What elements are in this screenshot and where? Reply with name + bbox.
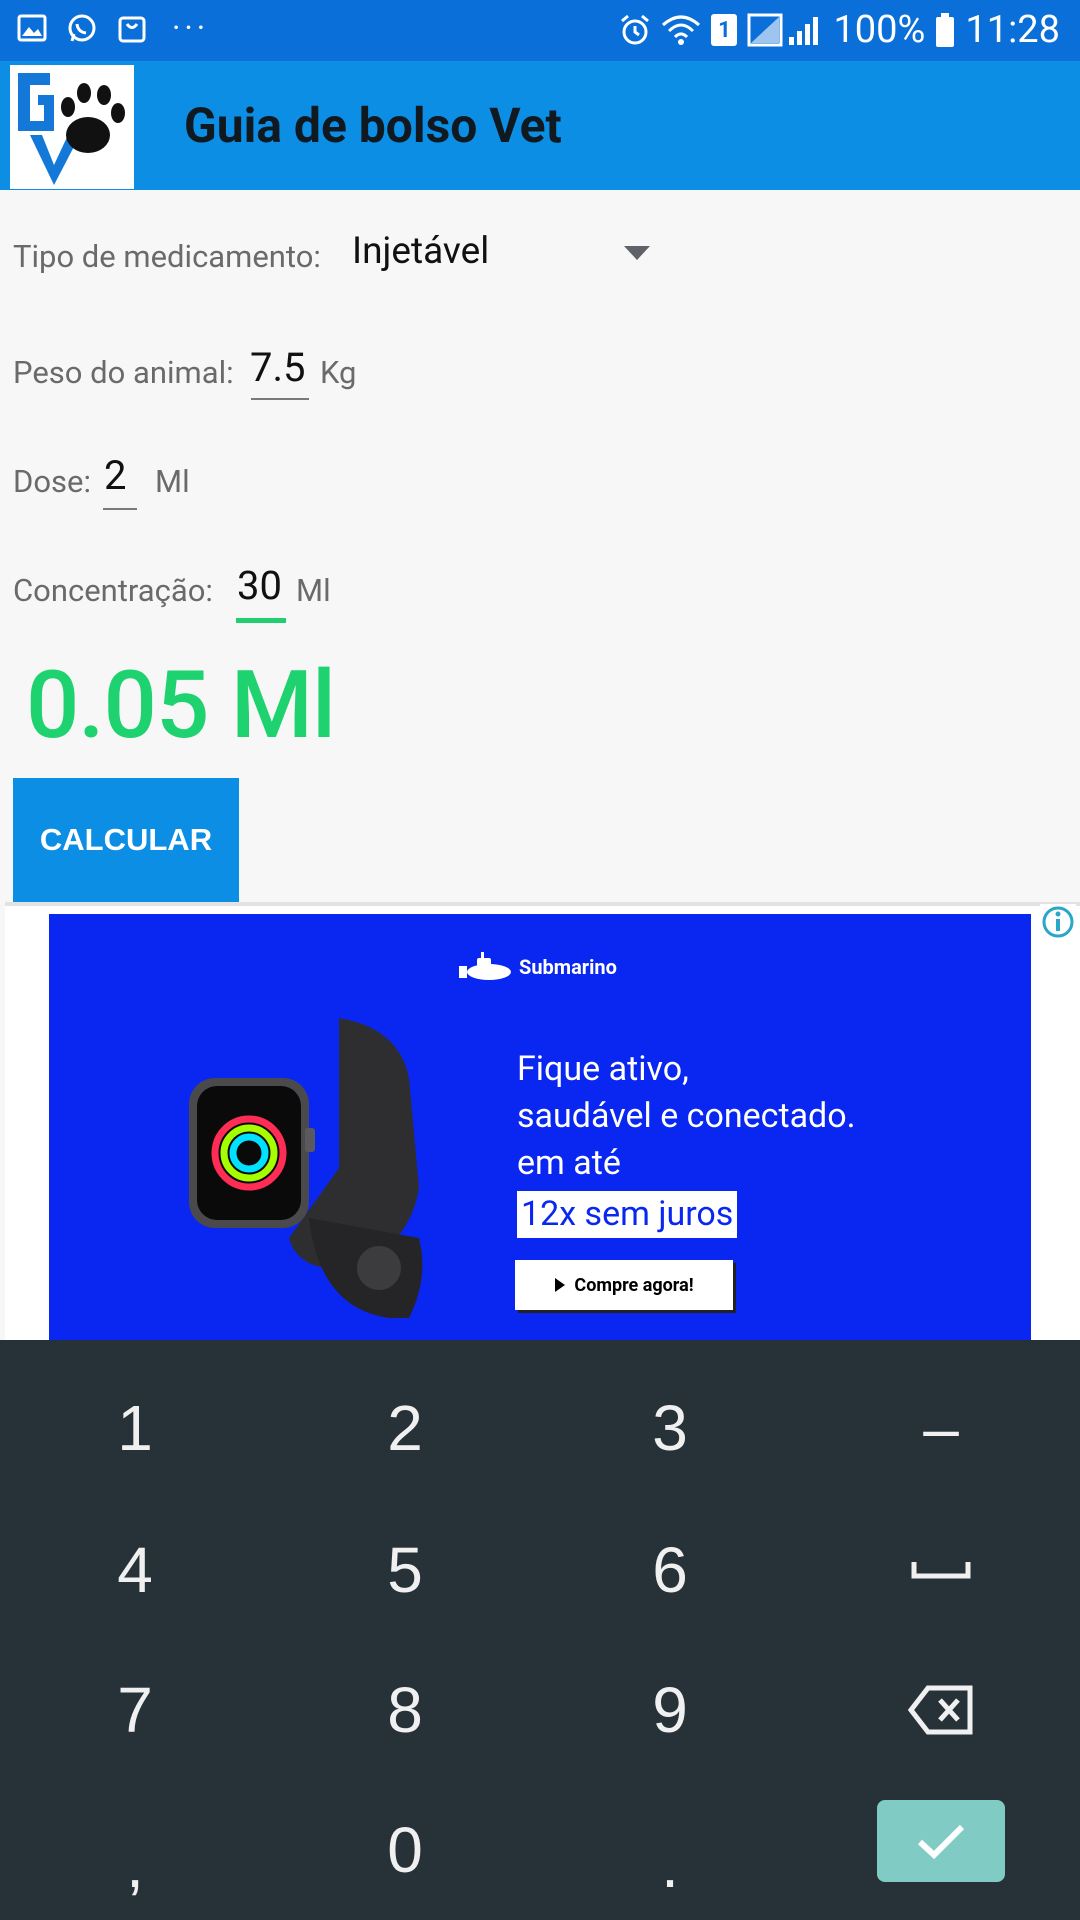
calculate-button[interactable]: CALCULAR bbox=[13, 778, 239, 902]
space-icon bbox=[911, 1562, 971, 1579]
clock: 11:28 bbox=[965, 8, 1060, 52]
weight-input-underline bbox=[251, 398, 309, 400]
smartwatch-image bbox=[189, 1018, 449, 1318]
ad-brand-name: Submarino bbox=[519, 955, 617, 979]
medication-type-value: Injetável bbox=[352, 230, 490, 273]
check-icon bbox=[917, 1824, 965, 1860]
key-space[interactable] bbox=[806, 1500, 1076, 1640]
ad-copy: Fique ativo, saudável e conectado. em at… bbox=[517, 1046, 856, 1238]
dose-unit: Ml bbox=[155, 463, 190, 500]
play-arrow-icon bbox=[555, 1278, 566, 1292]
key-4[interactable]: 4 bbox=[0, 1500, 270, 1640]
gallery-icon bbox=[16, 12, 48, 44]
ad-highlight: 12x sem juros bbox=[517, 1191, 738, 1238]
key-comma[interactable]: , bbox=[0, 1780, 270, 1920]
weight-unit: Kg bbox=[320, 354, 357, 391]
ad-brand: Submarino bbox=[459, 950, 617, 984]
key-8[interactable]: 8 bbox=[270, 1640, 540, 1780]
dropdown-arrow-icon[interactable] bbox=[624, 246, 650, 260]
battery-icon bbox=[935, 13, 955, 47]
app-bar: Guia de bolso Vet bbox=[0, 61, 1080, 190]
key-1[interactable]: 1 bbox=[0, 1358, 270, 1498]
concentration-input[interactable]: 30 bbox=[237, 562, 282, 609]
key-6[interactable]: 6 bbox=[535, 1500, 805, 1640]
ad-info-icon[interactable] bbox=[1040, 904, 1076, 940]
ad-cta-label: Compre agora! bbox=[574, 1274, 694, 1296]
ad-line-2: saudável e conectado. bbox=[517, 1096, 856, 1136]
weight-label: Peso do animal: bbox=[13, 354, 234, 391]
dose-input[interactable]: 2 bbox=[104, 452, 126, 499]
key-9[interactable]: 9 bbox=[535, 1640, 805, 1780]
key-minus[interactable]: – bbox=[806, 1358, 1076, 1498]
wifi-icon bbox=[661, 13, 701, 47]
signal-icon bbox=[747, 13, 823, 47]
key-5[interactable]: 5 bbox=[270, 1500, 540, 1640]
medication-type-label: Tipo de medicamento: bbox=[13, 238, 321, 275]
app-logo-icon bbox=[10, 65, 134, 189]
ad-banner[interactable]: Submarino Fique ativo, saudável e conect… bbox=[49, 914, 1031, 1340]
more-notifications-icon: ··· bbox=[172, 9, 210, 47]
key-backspace[interactable] bbox=[806, 1640, 1076, 1780]
concentration-unit: Ml bbox=[296, 572, 331, 609]
result-value: 0.05 Ml bbox=[26, 650, 336, 760]
ad-line-1: Fique ativo, bbox=[517, 1049, 689, 1089]
weight-input[interactable]: 7.5 bbox=[250, 344, 306, 391]
key-2[interactable]: 2 bbox=[270, 1358, 540, 1498]
dose-input-underline bbox=[103, 508, 137, 510]
dose-label: Dose: bbox=[13, 463, 91, 500]
ad-line-3: em até bbox=[517, 1143, 621, 1183]
concentration-label: Concentração: bbox=[13, 572, 213, 609]
submarine-icon bbox=[459, 952, 511, 980]
concentration-input-underline bbox=[236, 618, 286, 623]
shopping-bag-icon bbox=[116, 12, 148, 44]
enter-button[interactable] bbox=[877, 1800, 1005, 1882]
app-title: Guia de bolso Vet bbox=[184, 97, 562, 154]
status-bar: ··· 1 100% 11:28 bbox=[0, 0, 1080, 61]
key-0[interactable]: 0 bbox=[270, 1780, 540, 1920]
key-period[interactable]: . bbox=[535, 1780, 805, 1920]
ad-cta-button[interactable]: Compre agora! bbox=[515, 1260, 733, 1310]
alarm-icon bbox=[619, 13, 651, 47]
key-7[interactable]: 7 bbox=[0, 1640, 270, 1780]
key-3[interactable]: 3 bbox=[535, 1358, 805, 1498]
battery-percent: 100% bbox=[833, 8, 926, 52]
backspace-icon bbox=[908, 1685, 973, 1735]
sim-badge: 1 bbox=[711, 14, 738, 46]
whatsapp-icon bbox=[66, 12, 98, 44]
